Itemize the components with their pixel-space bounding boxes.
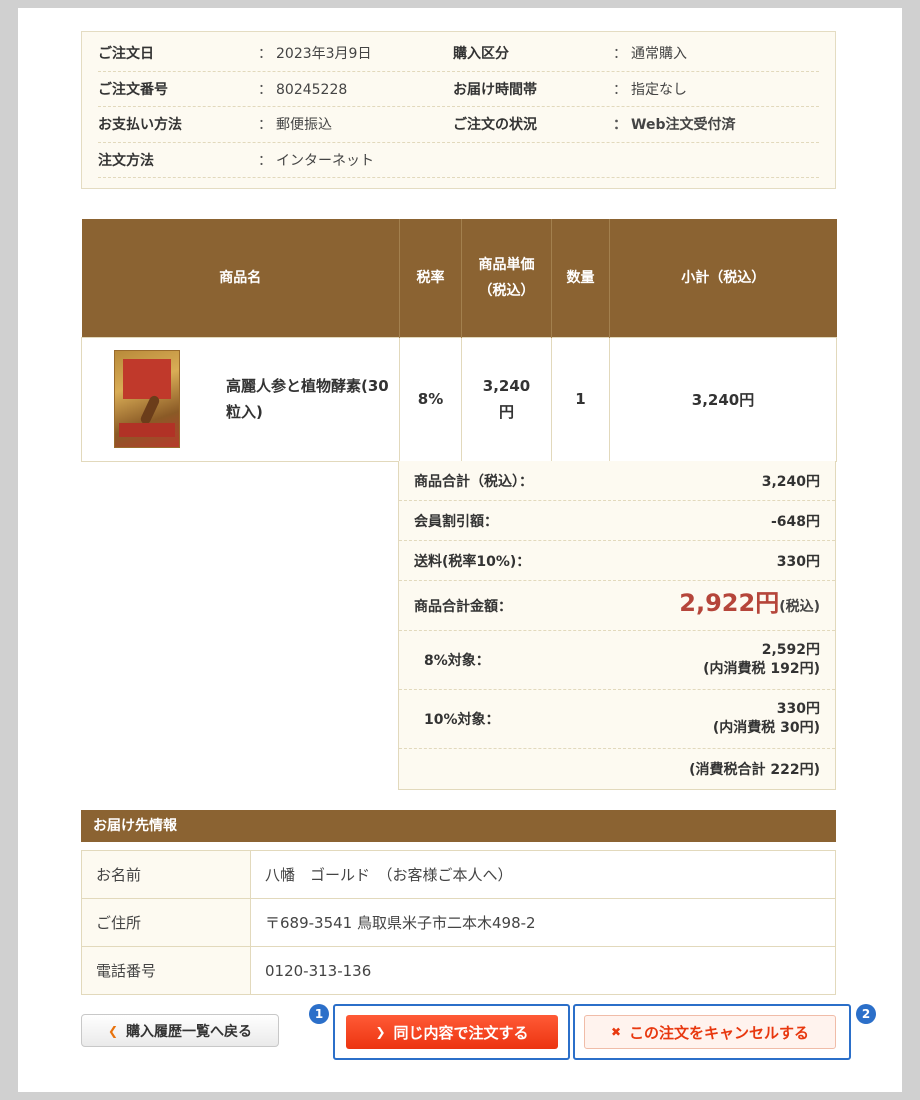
order-status-value: Web注文受付済 [613,114,819,134]
table-row: お名前 八幡 ゴールド （お客様ご本人へ） [81,850,836,899]
purchase-type-label: 購入区分 [453,46,509,63]
reorder-button[interactable]: ❯ 同じ内容で注文する [346,1015,558,1049]
table-row: 電話番号 0120-313-136 [81,946,836,995]
summary-row: 10%対象： 330円 (内消費税 30円) [399,690,835,749]
header-unit-price: 商品単価（税込） [461,219,552,337]
grand-total-label: 商品合計金額： [414,598,512,615]
address-label: ご住所 [81,898,251,947]
tax8-tax: (内消費税 192円) [703,661,820,677]
order-number-value: 80245228 [258,79,453,99]
cancel-order-button[interactable]: ✖ この注文をキャンセルする [584,1015,836,1049]
product-table: 商品名 税率 商品単価（税込） 数量 小計（税込） 高麗人参と植物酵素(30粒入… [81,219,837,462]
order-info-row: ご注文日 2023年3月9日 購入区分 通常購入 [98,36,819,72]
payment-method-label: お支払い方法 [98,117,182,134]
order-method-label: 注文方法 [98,152,154,169]
back-to-history-button[interactable]: ❮ 購入履歴一覧へ戻る [81,1014,279,1047]
product-table-header: 商品名 税率 商品単価（税込） 数量 小計（税込） [81,219,837,337]
delivery-table: お名前 八幡 ゴールド （お客様ご本人へ） ご住所 〒689-3541 鳥取県米… [81,850,836,995]
header-tax-rate: 税率 [399,219,462,337]
chevron-left-icon: ❮ [107,1023,119,1038]
recipient-name-value: 八幡 ゴールド （お客様ご本人へ） [250,850,836,899]
tax8-label: 8%対象： [424,653,490,669]
order-status-label: ご注文の状況 [453,117,537,134]
annotation-badge-2: 2 [856,1004,876,1024]
discount-label: 会員割引額： [414,513,498,530]
product-quantity: 1 [551,336,610,462]
product-name: 高麗人参と植物酵素(30粒入) [226,377,389,421]
tax10-tax: (内消費税 30円) [712,720,820,736]
annotation-badge-1: 1 [309,1004,329,1024]
tax10-amount: 330円 [776,701,820,717]
summary-row: 送料(税率10%)： 330円 [399,541,835,581]
order-method-value: インターネット [258,150,453,170]
table-row: ご住所 〒689-3541 鳥取県米子市二本木498-2 [81,898,836,947]
order-info-row: 注文方法 インターネット [98,143,819,178]
goods-total-value: 3,240円 [761,473,820,490]
order-info-row: お支払い方法 郵便振込 ご注文の状況 Web注文受付済 [98,107,819,143]
summary-row: 商品合計（税込）： 3,240円 [399,461,835,501]
phone-label: 電話番号 [81,946,251,995]
product-unit-price: 3,240円 [461,336,552,462]
payment-method-value: 郵便振込 [258,114,453,134]
discount-value: -648円 [770,513,820,530]
chevron-right-icon: ❯ [375,1025,386,1039]
table-row: 高麗人参と植物酵素(30粒入) 8% 3,240円 1 3,240円 [81,336,837,462]
order-info-row: ご注文番号 80245228 お届け時間帯 指定なし [98,72,819,107]
recipient-name-label: お名前 [81,850,251,899]
summary-row: 8%対象： 2,592円 (内消費税 192円) [399,631,835,690]
tax8-amount: 2,592円 [761,642,820,658]
order-date-value: 2023年3月9日 [258,43,453,63]
summary-row: 商品合計金額： 2,922円(税込) [399,581,835,631]
order-info-box: ご注文日 2023年3月9日 購入区分 通常購入 ご注文番号 80245228 … [81,31,836,189]
phone-value: 0120-313-136 [250,946,836,995]
back-button-label: 購入履歴一覧へ戻る [126,1023,253,1040]
summary-row: (消費税合計 222円) [399,749,835,789]
reorder-button-label: 同じ内容で注文する [393,1023,529,1042]
product-tax-rate: 8% [399,336,462,462]
delivery-time-label: お届け時間帯 [453,81,537,98]
shipping-value: 330円 [776,553,820,570]
shipping-label: 送料(税率10%)： [414,553,531,570]
delivery-time-value: 指定なし [613,79,819,99]
tax-total: (消費税合計 222円) [689,762,820,778]
product-subtotal: 3,240円 [609,336,837,462]
tax10-label: 10%対象： [424,712,500,728]
product-image [114,350,180,448]
header-quantity: 数量 [551,219,610,337]
header-subtotal: 小計（税込） [609,219,837,337]
delivery-section-title: お届け先情報 [81,810,836,842]
order-number-label: ご注文番号 [98,81,168,98]
purchase-type-value: 通常購入 [613,43,819,63]
price-summary: 商品合計（税込）： 3,240円 会員割引額： -648円 送料(税率10%)：… [398,461,836,790]
summary-row: 会員割引額： -648円 [399,501,835,541]
order-date-label: ご注文日 [98,46,154,63]
close-icon: ✖ [610,1025,622,1039]
address-value: 〒689-3541 鳥取県米子市二本木498-2 [250,898,836,947]
cancel-button-label: この注文をキャンセルする [629,1023,810,1042]
product-cell: 高麗人参と植物酵素(30粒入) [81,336,400,462]
order-detail-page: ご注文日 2023年3月9日 購入区分 通常購入 ご注文番号 80245228 … [18,8,902,1092]
header-product-name: 商品名 [81,219,400,337]
goods-total-label: 商品合計（税込）： [414,473,533,490]
grand-total-suffix: (税込) [779,599,820,615]
grand-total-value: 2,922円 [679,589,780,617]
